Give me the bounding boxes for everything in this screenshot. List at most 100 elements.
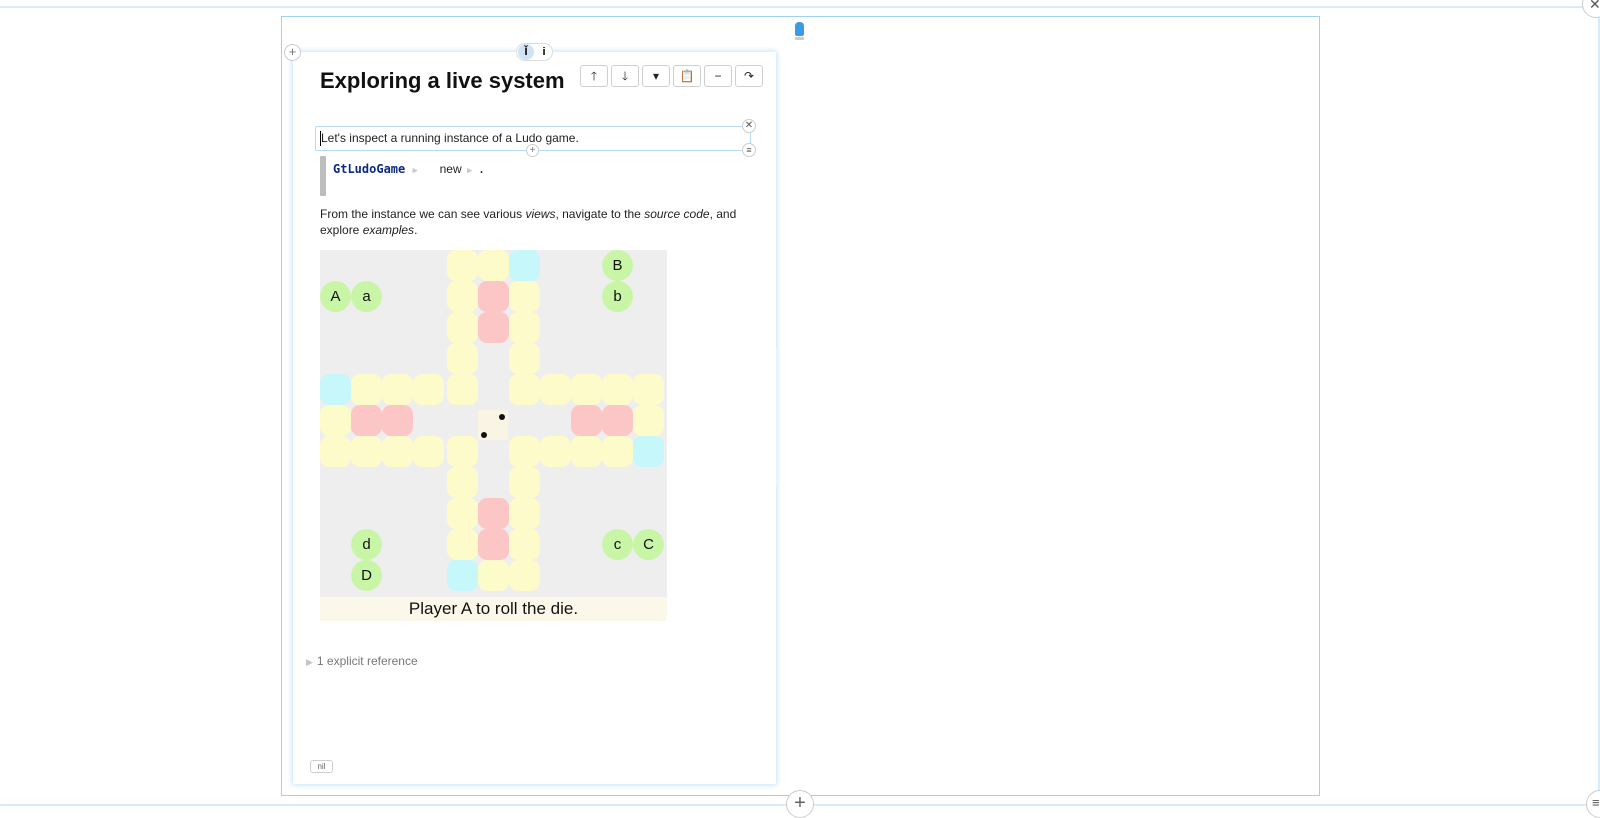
add-pane-icon[interactable]: + (786, 790, 814, 818)
references-label[interactable]: 1 explicit reference (317, 654, 418, 668)
track-square[interactable] (509, 436, 540, 467)
nil-badge[interactable]: nil (310, 760, 333, 773)
paragraph-text-1: From the instance we can see various (320, 207, 526, 221)
token-a[interactable]: a (351, 281, 382, 312)
chevron-down-icon: ▾ (652, 69, 660, 83)
examples-emphasis: examples (362, 223, 415, 237)
track-square[interactable] (602, 436, 633, 467)
pharo-code-snippet[interactable]: GtLudoGame ▶ new ▶ . (320, 156, 750, 196)
close-snippet-icon[interactable]: ✕ (742, 119, 756, 133)
track-square[interactable] (509, 281, 540, 312)
code-class-name[interactable]: GtLudoGame (333, 162, 405, 176)
start-square[interactable] (633, 436, 664, 467)
token-B[interactable]: B (602, 250, 633, 281)
track-square[interactable] (540, 374, 571, 405)
home-square[interactable] (478, 281, 509, 312)
expand-arrow-icon-2[interactable]: ▶ (462, 166, 478, 176)
track-square[interactable] (447, 250, 478, 281)
home-square[interactable] (571, 405, 602, 436)
arrow-down-icon: 🡓 (621, 69, 629, 83)
track-square[interactable] (509, 374, 540, 405)
track-square[interactable] (382, 436, 413, 467)
track-square[interactable] (320, 405, 351, 436)
description-paragraph: From the instance we can see various vie… (320, 206, 750, 238)
token-A[interactable]: A (320, 281, 351, 312)
minus-icon: − (714, 69, 722, 83)
paragraph-text-4: . (414, 223, 418, 237)
add-snippet-icon[interactable]: + (284, 44, 301, 61)
expand-arrow-icon[interactable]: ▶ (412, 166, 417, 176)
home-square[interactable] (478, 498, 509, 529)
move-up-button[interactable]: 🡑 (580, 65, 608, 87)
token-D[interactable]: D (351, 560, 382, 591)
track-square[interactable] (447, 436, 478, 467)
text-snippet-content[interactable]: Let's inspect a running instance of a Lu… (321, 131, 579, 145)
track-square[interactable] (509, 467, 540, 498)
pane-resize-handle[interactable] (795, 22, 804, 36)
share-arrow-icon: ↷ (743, 69, 755, 83)
track-square[interactable] (447, 312, 478, 343)
track-square[interactable] (571, 436, 602, 467)
snippet-run-bar[interactable] (320, 156, 326, 196)
home-square[interactable] (478, 529, 509, 560)
code-line[interactable]: GtLudoGame ▶ new ▶ . (333, 162, 485, 176)
track-square[interactable] (509, 498, 540, 529)
track-square[interactable] (509, 529, 540, 560)
track-square[interactable] (633, 374, 664, 405)
move-down-button[interactable]: 🡓 (611, 65, 639, 87)
code-terminator: . (477, 162, 486, 176)
home-square[interactable] (382, 405, 413, 436)
clipboard-icon: 📋 (679, 69, 695, 83)
references-toggle[interactable]: ▶ 1 explicit reference (306, 654, 418, 668)
track-square[interactable] (351, 436, 382, 467)
remove-button[interactable]: − (704, 65, 732, 87)
view-toggles: Ĭ i (516, 43, 553, 61)
track-square[interactable] (540, 436, 571, 467)
track-square[interactable] (509, 343, 540, 374)
track-square[interactable] (447, 281, 478, 312)
track-square[interactable] (509, 560, 540, 591)
track-square[interactable] (633, 405, 664, 436)
track-square[interactable] (447, 529, 478, 560)
track-square[interactable] (447, 498, 478, 529)
home-square[interactable] (351, 405, 382, 436)
track-square[interactable] (413, 436, 444, 467)
track-square[interactable] (571, 374, 602, 405)
track-square[interactable] (602, 374, 633, 405)
start-square[interactable] (447, 560, 478, 591)
text-view-toggle[interactable]: Ĭ (518, 44, 534, 60)
token-d[interactable]: d (351, 529, 382, 560)
track-square[interactable] (320, 436, 351, 467)
token-C[interactable]: C (633, 529, 664, 560)
expand-triangle-icon[interactable]: ▶ (306, 657, 313, 667)
snippet-menu-icon[interactable]: ≡ (742, 143, 756, 157)
home-square[interactable] (478, 312, 509, 343)
more-dropdown-button[interactable]: ▾ (642, 65, 670, 87)
paragraph-text-2: , navigate to the (555, 207, 645, 221)
track-square[interactable] (382, 374, 413, 405)
arrow-up-icon: 🡑 (590, 69, 598, 83)
die[interactable] (478, 410, 508, 440)
track-square[interactable] (351, 374, 382, 405)
home-square[interactable] (602, 405, 633, 436)
track-square[interactable] (509, 312, 540, 343)
page-toolbar: 🡑 🡓 ▾ 📋 − ↷ (580, 65, 764, 87)
track-square[interactable] (447, 343, 478, 374)
code-message[interactable]: new (440, 162, 462, 176)
clipboard-button[interactable]: 📋 (673, 65, 701, 87)
page-title: Exploring a live system (320, 68, 565, 93)
track-square[interactable] (478, 250, 509, 281)
token-b[interactable]: b (602, 281, 633, 312)
start-square[interactable] (320, 374, 351, 405)
token-c[interactable]: c (602, 529, 633, 560)
track-square[interactable] (447, 467, 478, 498)
start-square[interactable] (509, 250, 540, 281)
track-square[interactable] (478, 560, 509, 591)
game-status: Player A to roll the die. (320, 597, 667, 621)
track-square[interactable] (447, 374, 478, 405)
share-button[interactable]: ↷ (735, 65, 763, 87)
info-view-toggle[interactable]: i (536, 44, 552, 60)
views-emphasis: views (525, 207, 556, 221)
scroll-edge[interactable] (776, 349, 779, 486)
track-square[interactable] (413, 374, 444, 405)
